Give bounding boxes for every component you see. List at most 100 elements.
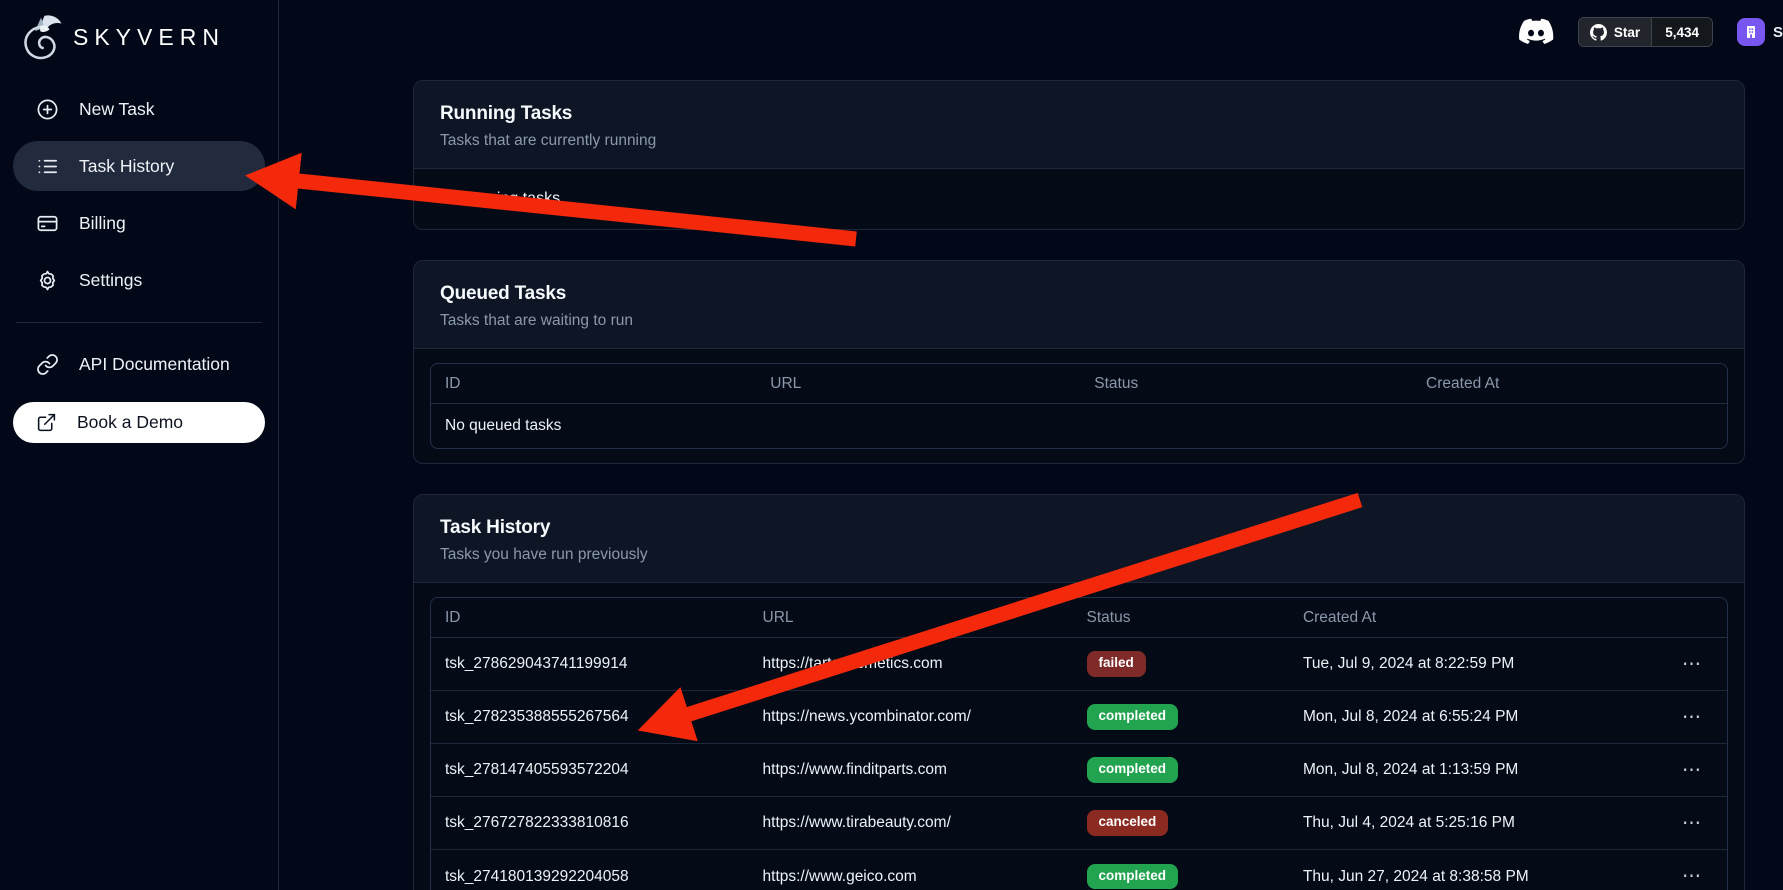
task-created-at: Mon, Jul 8, 2024 at 6:55:24 PM xyxy=(1289,708,1639,726)
app-logo-text: SKYVERN xyxy=(73,24,225,51)
row-actions-button[interactable]: ⋯ xyxy=(1682,759,1727,782)
sidebar-item-billing[interactable]: Billing xyxy=(13,198,265,248)
row-actions-button[interactable]: ⋯ xyxy=(1682,812,1727,835)
queued-tasks-card: Queued Tasks Tasks that are waiting to r… xyxy=(413,260,1745,464)
content: Running Tasks Tasks that are currently r… xyxy=(279,64,1783,890)
status-badge: completed xyxy=(1087,757,1179,783)
sidebar-item-task-history[interactable]: Task History xyxy=(13,141,265,191)
task-status-cell: completed xyxy=(1073,757,1289,783)
column-header-status: Status xyxy=(1073,609,1289,627)
task-status-cell: completed xyxy=(1073,864,1289,890)
task-id: tsk_274180139292204058 xyxy=(431,868,749,886)
empty-state-queued-row: No queued tasks xyxy=(431,404,1727,448)
link-icon xyxy=(36,353,59,376)
column-header-url: URL xyxy=(756,375,1080,393)
task-id: tsk_278629043741199914 xyxy=(431,655,749,673)
organization-building-icon xyxy=(1743,24,1759,40)
sidebar-item-settings[interactable]: Settings xyxy=(13,255,265,305)
sidebar-item-api-documentation[interactable]: API Documentation xyxy=(13,339,265,389)
task-created-at: Thu, Jun 27, 2024 at 8:38:58 PM xyxy=(1289,868,1639,886)
card-subtitle: Tasks that are waiting to run xyxy=(440,312,1718,330)
sidebar-item-label: New Task xyxy=(79,99,155,120)
task-url: https://news.ycombinator.com/ xyxy=(749,708,1073,726)
card-title: Running Tasks xyxy=(440,103,1718,125)
task-history-header: Task History Tasks you have run previous… xyxy=(414,495,1744,583)
list-icon xyxy=(36,155,59,178)
task-row-5[interactable]: tsk_274180139292204058 https://www.geico… xyxy=(431,850,1727,890)
credit-card-icon xyxy=(36,212,59,235)
row-actions-button[interactable]: ⋯ xyxy=(1682,653,1727,676)
task-status-cell: canceled xyxy=(1073,810,1289,836)
task-status-cell: failed xyxy=(1073,651,1289,677)
task-row-1[interactable]: tsk_278629043741199914 https://tartecosm… xyxy=(431,638,1727,691)
task-row-4[interactable]: tsk_276727822333810816 https://www.tirab… xyxy=(431,797,1727,850)
github-logo-icon xyxy=(1590,24,1607,41)
column-header-created-at: Created At xyxy=(1412,375,1727,393)
discord-icon[interactable] xyxy=(1518,18,1554,46)
plus-circle-icon xyxy=(36,98,59,121)
sidebar-item-new-task[interactable]: New Task xyxy=(13,84,265,134)
empty-state-running: No running tasks xyxy=(440,190,560,207)
empty-state-queued: No queued tasks xyxy=(431,417,1727,435)
gear-icon xyxy=(36,269,59,292)
sidebar-item-label: API Documentation xyxy=(79,354,230,375)
task-created-at: Thu, Jul 4, 2024 at 5:25:16 PM xyxy=(1289,814,1639,832)
app-logo[interactable]: SKYVERN xyxy=(13,8,265,66)
task-created-at: Tue, Jul 9, 2024 at 8:22:59 PM xyxy=(1289,655,1639,673)
card-title: Queued Tasks xyxy=(440,283,1718,305)
main-area: Star 5,434 S Running Tasks Tasks that ar… xyxy=(279,0,1783,890)
card-title: Task History xyxy=(440,517,1718,539)
task-id: tsk_276727822333810816 xyxy=(431,814,749,832)
sidebar-item-label: Task History xyxy=(79,156,174,177)
task-history-card: Task History Tasks you have run previous… xyxy=(413,494,1745,890)
queued-tasks-table: ID URL Status Created At No queued tasks xyxy=(430,363,1728,449)
github-star-button[interactable]: Star xyxy=(1579,18,1651,46)
column-header-id: ID xyxy=(431,609,749,627)
status-badge: failed xyxy=(1087,651,1146,677)
running-tasks-header: Running Tasks Tasks that are currently r… xyxy=(414,81,1744,169)
task-url: https://www.geico.com xyxy=(749,868,1073,886)
task-url: https://www.tirabeauty.com/ xyxy=(749,814,1073,832)
column-header-status: Status xyxy=(1080,375,1412,393)
queued-tasks-header: Queued Tasks Tasks that are waiting to r… xyxy=(414,261,1744,349)
task-row-3[interactable]: tsk_278147405593572204 https://www.findi… xyxy=(431,744,1727,797)
card-subtitle: Tasks that are currently running xyxy=(440,132,1718,150)
task-history-body: ID URL Status Created At tsk_27862904374… xyxy=(414,583,1744,890)
avatar[interactable] xyxy=(1737,18,1765,46)
sidebar-item-label: Book a Demo xyxy=(77,412,183,433)
table-header-row: ID URL Status Created At xyxy=(431,364,1727,404)
user-name-partial: S xyxy=(1773,24,1783,41)
task-status-cell: completed xyxy=(1073,704,1289,730)
sidebar-item-label: Settings xyxy=(79,270,142,291)
task-url: https://tartecosmetics.com xyxy=(749,655,1073,673)
sidebar: SKYVERN New Task Task History Billing xyxy=(0,0,279,890)
queued-tasks-body: ID URL Status Created At No queued tasks xyxy=(414,349,1744,463)
topbar: Star 5,434 S xyxy=(279,0,1783,64)
column-header-created-at: Created At xyxy=(1289,609,1639,627)
status-badge: completed xyxy=(1087,704,1179,730)
task-id: tsk_278235388555267564 xyxy=(431,708,749,726)
sidebar-nav: New Task Task History Billing Settings xyxy=(13,84,265,450)
sidebar-item-book-a-demo[interactable]: Book a Demo xyxy=(13,402,265,443)
github-star-label: Star xyxy=(1614,25,1640,40)
task-url: https://www.finditparts.com xyxy=(749,761,1073,779)
sidebar-item-label: Billing xyxy=(79,213,126,234)
github-star-widget[interactable]: Star 5,434 xyxy=(1578,17,1713,47)
task-row-2[interactable]: tsk_278235388555267564 https://news.ycom… xyxy=(431,691,1727,744)
task-id: tsk_278147405593572204 xyxy=(431,761,749,779)
row-actions-button[interactable]: ⋯ xyxy=(1682,706,1727,729)
table-header-row: ID URL Status Created At xyxy=(431,598,1727,638)
column-header-id: ID xyxy=(431,375,756,393)
column-header-url: URL xyxy=(749,609,1073,627)
external-link-icon xyxy=(36,412,57,433)
status-badge: canceled xyxy=(1087,810,1169,836)
sidebar-divider xyxy=(16,322,262,323)
card-subtitle: Tasks you have run previously xyxy=(440,546,1718,564)
status-badge: completed xyxy=(1087,864,1179,890)
task-created-at: Mon, Jul 8, 2024 at 1:13:59 PM xyxy=(1289,761,1639,779)
github-star-count[interactable]: 5,434 xyxy=(1651,18,1712,46)
row-actions-button[interactable]: ⋯ xyxy=(1682,865,1727,888)
task-history-table: ID URL Status Created At tsk_27862904374… xyxy=(430,597,1728,890)
skyvern-dragon-icon xyxy=(19,12,63,62)
running-tasks-card: Running Tasks Tasks that are currently r… xyxy=(413,80,1745,230)
